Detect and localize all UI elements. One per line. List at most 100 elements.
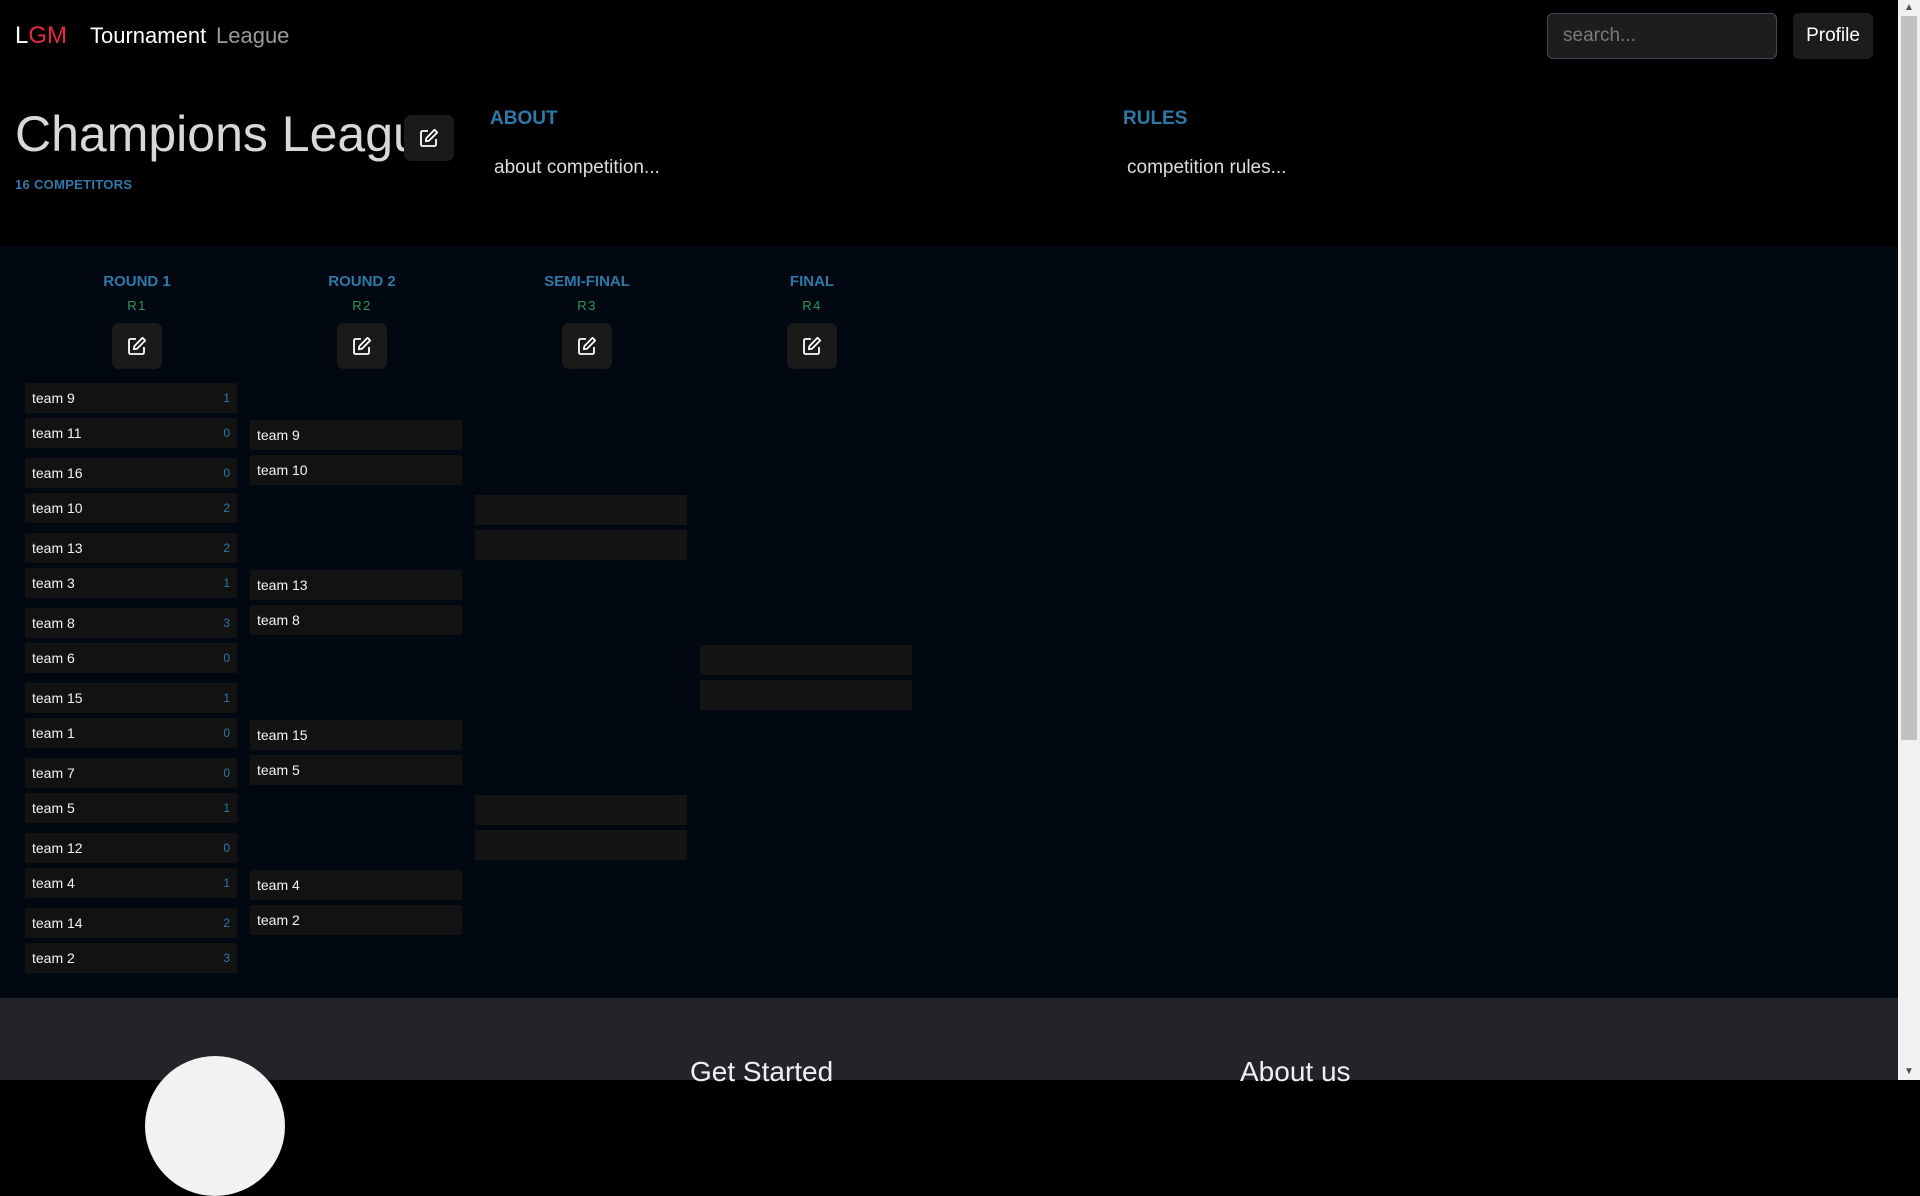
team-score: 1 (223, 801, 230, 815)
team-score: 3 (223, 951, 230, 965)
team-score: 2 (223, 501, 230, 515)
scroll-up-arrow-icon[interactable]: ▲ (1901, 0, 1917, 16)
team-name: team 2 (32, 950, 75, 966)
edit-round-4-button[interactable] (787, 323, 837, 369)
team-score: 1 (223, 876, 230, 890)
round-name: SEMI-FINAL (544, 273, 630, 290)
match-slot[interactable]: team 5 (250, 755, 462, 785)
footer-about-us-heading: About us (1240, 1056, 1351, 1087)
match-slot[interactable] (700, 680, 912, 710)
round-name: ROUND 2 (328, 273, 396, 290)
round-code: R3 (577, 298, 597, 313)
team-score: 0 (223, 466, 230, 480)
edit-round-3-button[interactable] (562, 323, 612, 369)
footer-get-started-heading: Get Started (690, 1056, 834, 1087)
match-slot[interactable]: team 9 (250, 420, 462, 450)
team-name: team 14 (32, 915, 83, 931)
edit-icon (578, 336, 597, 355)
team-name: team 10 (257, 462, 308, 478)
team-name: team 15 (32, 690, 83, 706)
brand-letters-gm: GM (28, 22, 68, 49)
tournament-bracket: ROUND 1 R1 ROUND 2 R2 SEMI-FINAL R3 FINA… (0, 246, 1898, 998)
team-name: team 3 (32, 575, 75, 591)
competition-title: Champions League (15, 106, 449, 162)
match-slot[interactable] (475, 530, 687, 560)
team-score: 3 (223, 616, 230, 630)
team-name: team 16 (32, 465, 83, 481)
team-name: team 2 (257, 912, 300, 928)
team-name: team 1 (32, 725, 75, 741)
round-name: FINAL (789, 273, 835, 290)
match-slot[interactable]: team 3 1 (25, 568, 237, 598)
round-code: R2 (352, 298, 372, 313)
edit-icon (803, 336, 822, 355)
match-slot[interactable]: team 10 (250, 455, 462, 485)
team-name: team 10 (32, 500, 83, 516)
team-name: team 11 (32, 425, 82, 441)
edit-title-button[interactable] (404, 115, 454, 161)
match-slot[interactable]: team 14 2 (25, 908, 237, 938)
scrollbar-thumb[interactable] (1901, 16, 1917, 740)
match-slot[interactable] (700, 645, 912, 675)
match-slot[interactable]: team 2 3 (25, 943, 237, 973)
team-name: team 13 (257, 577, 308, 593)
team-name: team 12 (32, 840, 83, 856)
edit-round-1-button[interactable] (112, 323, 162, 369)
match-slot[interactable]: team 13 2 (25, 533, 237, 563)
match-slot[interactable]: team 8 (250, 605, 462, 635)
match-slot[interactable] (475, 795, 687, 825)
round-code: R4 (802, 298, 822, 313)
team-name: team 6 (32, 650, 75, 666)
team-name: team 9 (32, 390, 75, 406)
scroll-down-arrow-icon[interactable]: ▼ (1901, 1064, 1917, 1080)
team-name: team 8 (257, 612, 300, 628)
match-slot[interactable] (475, 495, 687, 525)
footer-logo (145, 1056, 285, 1196)
search-input[interactable] (1547, 13, 1777, 59)
team-score: 0 (223, 841, 230, 855)
match-slot[interactable] (475, 830, 687, 860)
round-header-4: FINAL R4 (732, 273, 892, 313)
match-slot[interactable]: team 13 (250, 570, 462, 600)
brand-logo[interactable]: LGM (15, 22, 67, 50)
edit-icon (353, 336, 372, 355)
match-slot[interactable]: team 6 0 (25, 643, 237, 673)
match-slot[interactable]: team 16 0 (25, 458, 237, 488)
round-name: ROUND 1 (103, 273, 171, 290)
team-score: 0 (223, 426, 230, 440)
team-score: 2 (223, 541, 230, 555)
team-name: team 5 (257, 762, 300, 778)
match-slot[interactable]: team 4 (250, 870, 462, 900)
team-name: team 5 (32, 800, 75, 816)
match-slot[interactable]: team 7 0 (25, 758, 237, 788)
match-slot[interactable]: team 11 0 (25, 418, 237, 448)
round-code: R1 (127, 298, 147, 313)
match-slot[interactable]: team 12 0 (25, 833, 237, 863)
navbar: LGM Tournament League Profile (0, 0, 1898, 73)
team-name: team 15 (257, 727, 308, 743)
team-name: team 13 (32, 540, 83, 556)
team-name: team 4 (257, 877, 300, 893)
edit-round-2-button[interactable] (337, 323, 387, 369)
team-name: team 4 (32, 875, 75, 891)
about-text: about competition... (494, 157, 660, 178)
match-slot[interactable]: team 2 (250, 905, 462, 935)
match-slot[interactable]: team 8 3 (25, 608, 237, 638)
rules-heading: RULES (1123, 108, 1188, 129)
match-slot[interactable]: team 15 (250, 720, 462, 750)
match-slot[interactable]: team 15 1 (25, 683, 237, 713)
team-name: team 7 (32, 765, 75, 781)
nav-link-league[interactable]: League (216, 22, 289, 50)
match-slot[interactable]: team 5 1 (25, 793, 237, 823)
match-slot[interactable]: team 10 (25, 718, 237, 748)
match-slot[interactable]: team 9 1 (25, 383, 237, 413)
edit-icon (420, 128, 439, 147)
match-slot[interactable]: team 10 2 (25, 493, 237, 523)
nav-link-tournament[interactable]: Tournament (90, 22, 206, 50)
profile-button[interactable]: Profile (1793, 13, 1873, 59)
footer: Get Started About us (0, 998, 1898, 1196)
team-score: 2 (223, 916, 230, 930)
page-scrollbar[interactable]: ▲ ▼ (1898, 0, 1920, 1080)
match-slot[interactable]: team 4 1 (25, 868, 237, 898)
round-header-2: ROUND 2 R2 (282, 273, 442, 313)
